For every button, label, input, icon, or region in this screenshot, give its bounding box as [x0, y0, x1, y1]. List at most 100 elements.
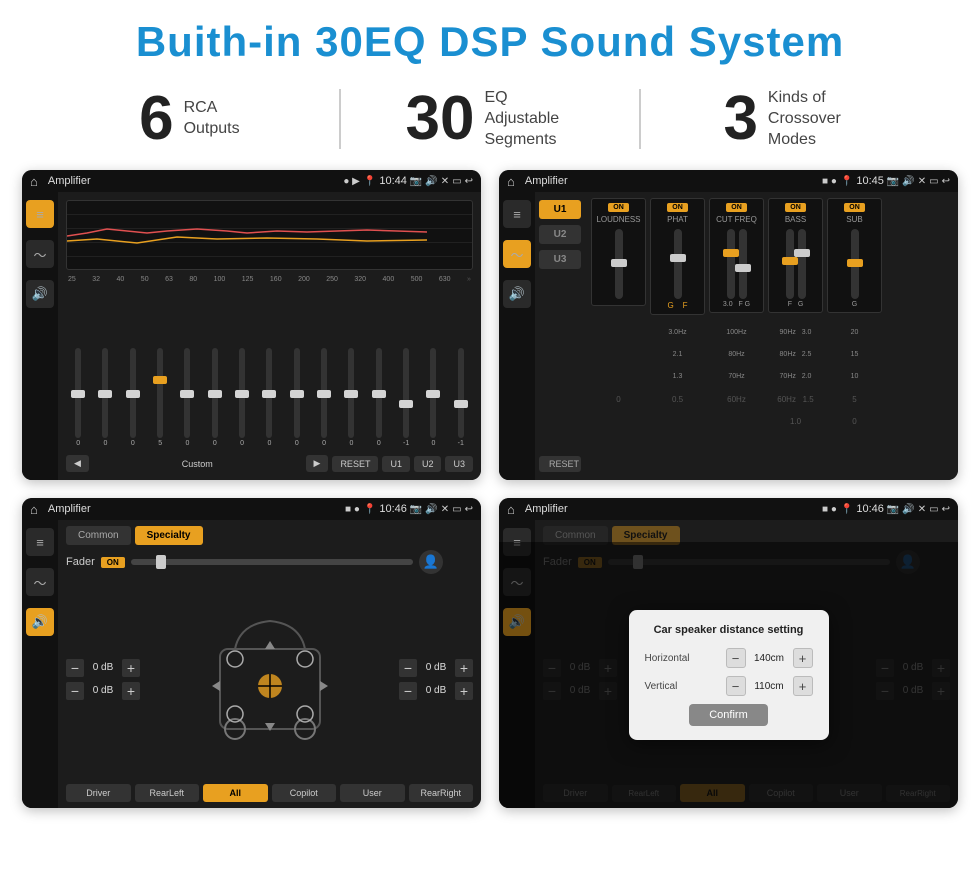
screen-fader: ⌂ Amplifier ■ ● 📍 10:46 📷 🔊 ✕ ▭ ↩ ≡ 〜 🔊: [22, 498, 481, 808]
rect-icon-4: ▭: [929, 504, 938, 515]
eq-u3-btn[interactable]: U3: [445, 456, 473, 472]
location-icon-3: 📍: [364, 504, 376, 515]
horizontal-value: 140cm: [752, 653, 787, 664]
u3-button[interactable]: U3: [539, 250, 581, 269]
speaker-icon[interactable]: 🔊: [26, 280, 54, 308]
sidebar-1: ≡ 〜 🔊: [22, 192, 58, 480]
back-icon-2[interactable]: ↩: [942, 176, 950, 187]
u2-button[interactable]: U2: [539, 225, 581, 244]
fader-body: − 0 dB + − 0 dB +: [66, 579, 473, 779]
back-icon-3[interactable]: ↩: [465, 504, 473, 515]
common-tab[interactable]: Common: [66, 526, 131, 545]
eq-icon-2[interactable]: ≡: [503, 200, 531, 228]
sound-icon-2: 🔊: [902, 176, 914, 187]
fader-slider-h[interactable]: [131, 559, 413, 565]
vol-plus-3[interactable]: +: [455, 659, 473, 677]
x-icon-2: ✕: [918, 176, 926, 187]
stat-label-crossover: Kinds ofCrossover Modes: [768, 88, 858, 150]
vol-minus-4[interactable]: −: [399, 682, 417, 700]
rect-icon-2: ▭: [929, 176, 938, 187]
stat-label-rca: RCAOutputs: [184, 98, 240, 140]
status-icons-1: 📍 10:44 📷 🔊 ✕ ▭ ↩: [364, 175, 473, 187]
vertical-label: Vertical: [645, 681, 720, 692]
confirm-button[interactable]: Confirm: [689, 704, 768, 726]
sound-icon-1: 🔊: [425, 176, 437, 187]
rect-icon-1: ▭: [452, 176, 461, 187]
eq-u1-btn[interactable]: U1: [382, 456, 410, 472]
home-icon-3[interactable]: ⌂: [30, 502, 38, 517]
eq-preset-label: Custom: [93, 459, 302, 469]
speaker-icon-3[interactable]: 🔊: [26, 608, 54, 636]
eq-next-btn[interactable]: ▶: [306, 455, 329, 472]
time-1: 10:44: [379, 175, 407, 187]
eq-curve-svg: [67, 201, 472, 269]
vol-value-4: 0 dB: [421, 685, 451, 696]
u-buttons-col: U1 U2 U3 RESET: [535, 192, 585, 480]
sidebar-2: ≡ 〜 🔊: [499, 192, 535, 480]
back-icon-4[interactable]: ↩: [942, 504, 950, 515]
specialty-tab[interactable]: Specialty: [135, 526, 203, 545]
horizontal-plus-btn[interactable]: +: [793, 648, 813, 668]
x-icon-3: ✕: [441, 504, 449, 515]
u1-button[interactable]: U1: [539, 200, 581, 219]
home-icon-1[interactable]: ⌂: [30, 174, 38, 189]
fader-tabs-row: Common Specialty: [66, 526, 473, 545]
user-btn[interactable]: User: [340, 784, 405, 802]
eq-u2-btn[interactable]: U2: [414, 456, 442, 472]
vertical-minus-btn[interactable]: −: [726, 676, 746, 696]
status-title-2: Amplifier: [525, 175, 818, 187]
dialog-title: Car speaker distance setting: [645, 624, 813, 636]
dialog-vertical-row: Vertical − 110cm +: [645, 676, 813, 696]
amp-controls: ON LOUDNESS ON PHAT G F ON CUT FREQ: [585, 192, 958, 480]
home-icon-2[interactable]: ⌂: [507, 174, 515, 189]
fader-main: Common Specialty Fader ON 👤 −: [58, 520, 481, 808]
time-2: 10:45: [856, 175, 884, 187]
eq-prev-btn[interactable]: ◀: [66, 455, 89, 472]
vol-minus-3[interactable]: −: [399, 659, 417, 677]
fader-label-row: Fader ON 👤: [66, 550, 473, 574]
status-dot-3: ■ ●: [345, 504, 360, 515]
driver-btn[interactable]: Driver: [66, 784, 131, 802]
wave-icon[interactable]: 〜: [26, 240, 54, 268]
fader-text-label: Fader: [66, 556, 95, 568]
copilot-btn[interactable]: Copilot: [272, 784, 337, 802]
vol-plus-1[interactable]: +: [122, 659, 140, 677]
rect-icon-3: ▭: [452, 504, 461, 515]
time-4: 10:46: [856, 503, 884, 515]
back-icon-1[interactable]: ↩: [465, 176, 473, 187]
vol-minus-1[interactable]: −: [66, 659, 84, 677]
all-btn[interactable]: All: [203, 784, 268, 802]
vol-minus-2[interactable]: −: [66, 682, 84, 700]
reset-button-2[interactable]: RESET: [539, 456, 581, 472]
status-bar-4: ⌂ Amplifier ■ ● 📍 10:46 📷 🔊 ✕ ▭ ↩: [499, 498, 958, 520]
rear-left-btn[interactable]: RearLeft: [135, 784, 200, 802]
vol-value-2: 0 dB: [88, 685, 118, 696]
status-dot-4: ■ ●: [822, 504, 837, 515]
eq-icon-3[interactable]: ≡: [26, 528, 54, 556]
horizontal-minus-btn[interactable]: −: [726, 648, 746, 668]
person-icon: 👤: [419, 550, 443, 574]
dialog-horizontal-row: Horizontal − 140cm +: [645, 648, 813, 668]
fader-on-badge: ON: [101, 557, 125, 568]
wave-icon-2[interactable]: 〜: [503, 240, 531, 268]
status-dot-1: ● ▶: [343, 176, 360, 187]
rear-right-btn[interactable]: RearRight: [409, 784, 474, 802]
wave-icon-3[interactable]: 〜: [26, 568, 54, 596]
equalizer-icon[interactable]: ≡: [26, 200, 54, 228]
vol-plus-4[interactable]: +: [455, 682, 473, 700]
vertical-value: 110cm: [752, 681, 787, 692]
vol-value-3: 0 dB: [421, 662, 451, 673]
vol-plus-2[interactable]: +: [122, 682, 140, 700]
status-title-1: Amplifier: [48, 175, 340, 187]
vertical-plus-btn[interactable]: +: [793, 676, 813, 696]
home-icon-4[interactable]: ⌂: [507, 502, 515, 517]
phat-control: ON PHAT G F: [650, 198, 705, 315]
speaker-icon-2[interactable]: 🔊: [503, 280, 531, 308]
screen-crossover: ⌂ Amplifier ■ ● 📍 10:45 📷 🔊 ✕ ▭ ↩ ≡ 〜 🔊 …: [499, 170, 958, 480]
fader-screen-bg: ≡ 〜 🔊 Common Specialty Fader ON 👤: [499, 520, 958, 808]
stat-rca: 6 RCAOutputs: [40, 88, 339, 150]
eq-reset-btn[interactable]: RESET: [332, 456, 378, 472]
time-3: 10:46: [379, 503, 407, 515]
stat-eq: 30 EQ AdjustableSegments: [341, 88, 640, 150]
eq-main: 25 32 40 50 63 80 100 125 160 200 250 32…: [58, 192, 481, 480]
